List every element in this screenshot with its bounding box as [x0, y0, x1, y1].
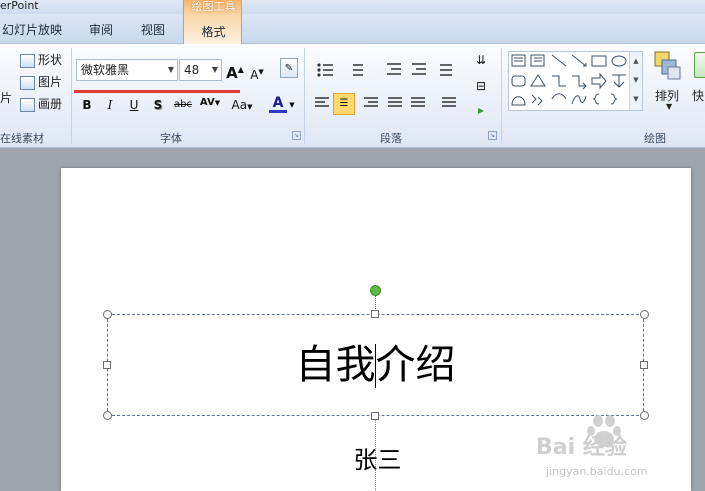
align-center-icon: ☰ [339, 98, 349, 109]
text-direction-button[interactable]: ⇊ [470, 50, 492, 70]
shapes-material-icon [20, 53, 35, 68]
text-direction-icon: ⇊ [475, 53, 487, 67]
group-divider [501, 48, 502, 144]
text-shadow-button[interactable]: S [150, 95, 166, 115]
album-material-label: 画册 [38, 97, 63, 111]
watermark-url: jingyan.baidu.com [546, 465, 648, 478]
change-case-button[interactable]: Aa▼ [229, 95, 255, 115]
resize-handle-top-left[interactable] [103, 310, 112, 319]
online-group-label: 在线素材 [0, 132, 44, 145]
shape-gallery-shapes [511, 54, 627, 106]
font-size-value: 48 [184, 63, 200, 77]
eraser-icon: ✎ [284, 63, 294, 74]
picture-material-label: 图片 [38, 75, 63, 89]
quick-styles-label[interactable]: 快 [692, 87, 704, 104]
picture-material-button[interactable]: 图片 [20, 73, 62, 90]
change-case-label: Aa [231, 98, 248, 112]
clear-formatting-button[interactable]: ✎ [280, 58, 298, 78]
group-divider [304, 48, 305, 144]
gallery-scrollbar[interactable]: ▲ ▼ ▼ [629, 52, 642, 110]
baidu-watermark: Bai 经验 jingyan.baidu.com [536, 413, 703, 489]
chevron-down-icon[interactable]: ▼ [165, 60, 177, 80]
font-color-button[interactable]: A [269, 93, 287, 113]
line-spacing-button[interactable] [433, 59, 457, 79]
tab-review[interactable]: 审阅 [89, 21, 113, 38]
numbering-button[interactable] [343, 59, 371, 79]
app-title: erPoint [0, 0, 39, 12]
font-group-label: 字体 [160, 132, 182, 145]
drawing-group-label: 绘图 [644, 132, 666, 145]
ribbon-tab-row: 幻灯片放映 审阅 视图 [0, 14, 705, 44]
align-right-button[interactable] [360, 93, 380, 113]
arrange-icon [654, 51, 681, 80]
rotation-handle[interactable] [370, 285, 381, 296]
font-name-value: 微软雅黑 [81, 63, 130, 77]
align-left-button[interactable] [311, 93, 331, 113]
font-name-combo[interactable]: 微软雅黑 ▼ [76, 59, 178, 81]
slide-subtitle[interactable]: 张三 [300, 440, 455, 475]
picture-material-icon [20, 75, 35, 90]
chevron-down-icon[interactable]: ▼ [209, 60, 221, 80]
resize-handle-top[interactable] [371, 310, 379, 318]
watermark-brand: Bai 经验 [536, 435, 627, 460]
drawing-tools-contextual-tab: 绘图工具 格式 [183, 0, 242, 44]
chevron-down-icon[interactable]: ▼ [633, 76, 638, 84]
shapes-material-button[interactable]: 形状 [20, 51, 62, 68]
chevron-up-icon[interactable]: ▲ [633, 57, 638, 65]
resize-handle-right[interactable] [640, 361, 648, 369]
increase-indent-button[interactable] [409, 59, 429, 79]
font-size-combo[interactable]: 48 ▼ [179, 59, 222, 81]
more-icon[interactable]: ▼ [633, 95, 638, 103]
album-material-button[interactable]: 画册 [20, 95, 62, 112]
shapes-material-label: 形状 [38, 53, 63, 67]
bullets-button[interactable] [309, 59, 337, 79]
title-bar: erPoint [0, 0, 705, 14]
drawing-tools-label: 绘图工具 [191, 0, 236, 13]
paragraph-dialog-launcher-icon[interactable]: ↘ [488, 131, 497, 140]
grow-font-icon: A [226, 64, 238, 82]
justify-button[interactable] [384, 93, 404, 113]
smartart-button[interactable]: ▸ [470, 100, 492, 120]
character-spacing-button[interactable]: AV▼ [199, 93, 221, 113]
arrange-button-icon[interactable] [650, 50, 684, 86]
shrink-font-button[interactable]: A▼ [249, 62, 265, 82]
italic-button[interactable]: I [102, 95, 118, 115]
underline-button[interactable]: U [126, 95, 142, 115]
distributed-button[interactable] [409, 93, 429, 113]
paragraph-group-label: 段落 [380, 132, 402, 145]
columns-button[interactable] [440, 93, 464, 113]
online-left-label[interactable]: 片 [0, 89, 12, 106]
tab-slideshow[interactable]: 幻灯片放映 [2, 21, 62, 38]
resize-handle-left[interactable] [103, 361, 111, 369]
align-center-button[interactable]: ☰ [333, 93, 355, 115]
font-dialog-launcher-icon[interactable]: ↘ [292, 131, 301, 140]
decrease-indent-button[interactable] [383, 59, 403, 79]
chevron-down-icon[interactable]: ▼ [288, 95, 296, 115]
align-text-button[interactable]: ⊟ [470, 76, 492, 96]
align-text-icon: ⊟ [475, 79, 487, 93]
chevron-down-icon[interactable]: ▼ [666, 102, 672, 111]
resize-handle-top-right[interactable] [640, 310, 649, 319]
group-divider [71, 48, 72, 144]
quick-styles-icon[interactable] [694, 52, 705, 78]
tab-format[interactable]: 格式 [184, 23, 243, 40]
grow-font-button[interactable]: A▲ [226, 60, 244, 82]
character-spacing-label: AV [199, 97, 215, 108]
album-material-icon [20, 97, 35, 112]
tab-view[interactable]: 视图 [141, 21, 165, 38]
smartart-icon: ▸ [477, 103, 485, 117]
resize-handle-bottom[interactable] [371, 412, 379, 420]
bold-button[interactable]: B [79, 95, 95, 115]
resize-handle-bottom-left[interactable] [103, 411, 112, 420]
strikethrough-button[interactable]: abc [172, 95, 194, 115]
shape-gallery[interactable] [508, 51, 643, 111]
text-cursor [375, 344, 376, 388]
